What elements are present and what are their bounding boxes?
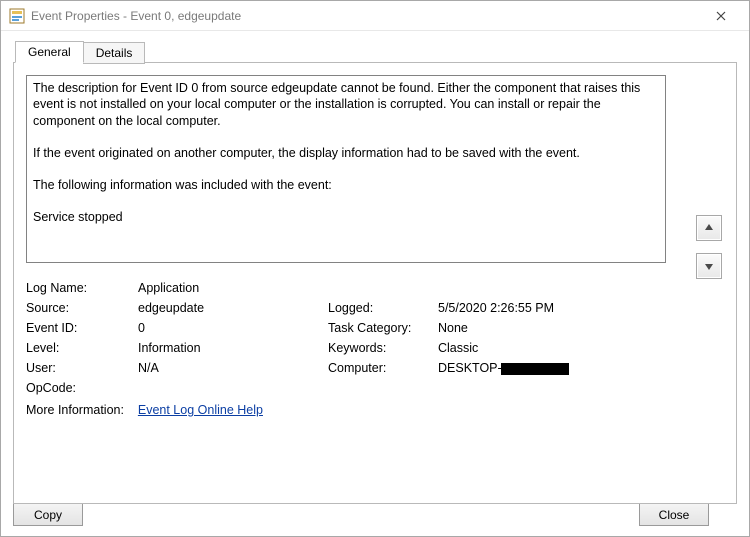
description-line: The following information was included w…: [33, 177, 659, 193]
opcode-label: OpCode:: [26, 381, 138, 395]
next-event-button[interactable]: [696, 253, 722, 279]
copy-button[interactable]: Copy: [13, 503, 83, 526]
task-category-value: None: [438, 321, 648, 335]
computer-value: DESKTOP-: [438, 361, 648, 375]
dialog-button-row: Copy Close: [13, 503, 709, 526]
app-icon: [9, 8, 25, 24]
tab-details[interactable]: Details: [83, 42, 146, 64]
event-properties-grid: Log Name: Application Source: edgeupdate…: [26, 281, 666, 395]
event-id-value: 0: [138, 321, 328, 335]
more-info-label: More Information:: [26, 403, 124, 417]
task-category-label: Task Category:: [328, 321, 438, 335]
logged-value: 5/5/2020 2:26:55 PM: [438, 301, 648, 315]
event-description-box[interactable]: The description for Event ID 0 from sour…: [26, 75, 666, 263]
event-id-label: Event ID:: [26, 321, 138, 335]
event-log-online-help-link[interactable]: Event Log Online Help: [138, 403, 263, 417]
logged-label: Logged:: [328, 301, 438, 315]
title-bar: Event Properties - Event 0, edgeupdate: [1, 1, 749, 31]
tab-panel-general: The description for Event ID 0 from sour…: [13, 62, 737, 504]
tab-general[interactable]: General: [15, 41, 84, 63]
level-label: Level:: [26, 341, 138, 355]
previous-event-button[interactable]: [696, 215, 722, 241]
keywords-label: Keywords:: [328, 341, 438, 355]
user-value: N/A: [138, 361, 328, 375]
source-label: Source:: [26, 301, 138, 315]
computer-label: Computer:: [328, 361, 438, 375]
window-title: Event Properties - Event 0, edgeupdate: [31, 9, 241, 23]
close-button[interactable]: Close: [639, 503, 709, 526]
description-line: If the event originated on another compu…: [33, 145, 659, 161]
description-line: Service stopped: [33, 209, 659, 225]
user-label: User:: [26, 361, 138, 375]
level-value: Information: [138, 341, 328, 355]
more-information-row: More Information: Event Log Online Help: [26, 403, 666, 417]
log-name-label: Log Name:: [26, 281, 138, 295]
keywords-value: Classic: [438, 341, 648, 355]
log-name-value: Application: [138, 281, 648, 295]
description-line: The description for Event ID 0 from sour…: [33, 80, 659, 129]
tab-strip: General Details: [13, 41, 737, 63]
window-close-button[interactable]: [701, 2, 741, 30]
redacted-text: [501, 363, 569, 375]
source-value: edgeupdate: [138, 301, 328, 315]
